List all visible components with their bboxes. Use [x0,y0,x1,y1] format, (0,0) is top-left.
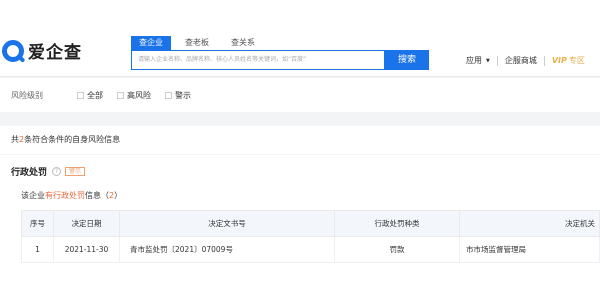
risk-level-filter: 风险级别 全部 高风险 警示 [0,78,600,112]
nav-app-label: 应用 [466,56,482,65]
admin-penalty-section: 行政处罚 ? 警示 该企业有行政处罚信息（2） 序号 决定日期 决定文书号 行政… [0,155,600,300]
checkbox-icon [117,91,124,99]
result-summary: 共2条符合条件的自身风险信息 [0,126,600,154]
subtitle-prefix: 该企业 [21,191,45,200]
tab-relation[interactable]: 查关系 [223,36,263,50]
cell-date: 2021-11-30 [53,236,120,263]
nav-vip[interactable]: VIP 专区 [552,55,585,66]
search-tabs: 查企业 查老板 查关系 [131,36,269,50]
cell-index: 1 [21,236,54,263]
filter-option-label: 高风险 [127,90,151,100]
summary-prefix: 共 [11,135,19,144]
subtitle-end: ） [114,191,123,200]
search-button[interactable]: 搜索 [385,50,429,70]
subtitle-highlight: 有行政处罚 [45,191,85,200]
cell-doc-no[interactable]: 青市监处罚〔2021〕07009号 [119,236,335,263]
penalty-table: 序号 决定日期 决定文书号 行政处罚种类 决定机关 1 2021-11-30 青… [21,210,600,263]
search-input[interactable]: 请输入企业名称、品牌名称、核心人员姓名等关键词，如“百度” [131,50,385,70]
table-header-row: 序号 决定日期 决定文书号 行政处罚种类 决定机关 [21,210,600,237]
logo[interactable]: 爱企查 [2,38,82,63]
section-title-text: 行政处罚 [11,168,48,178]
col-header-doc-no: 决定文书号 [119,210,335,237]
filter-option-high-risk[interactable]: 高风险 [117,90,151,101]
filter-label: 风险级别 [11,90,43,100]
filter-option-label: 全部 [87,90,103,100]
section-subtitle: 该企业有行政处罚信息（2） [21,190,122,201]
section-title: 行政处罚 ? 警示 [11,165,86,178]
col-header-index: 序号 [21,210,54,237]
table-row[interactable]: 1 2021-11-30 青市监处罚〔2021〕07009号 罚款 市市场监督管… [21,236,600,263]
checkbox-icon [77,91,84,99]
warning-badge: 警示 [65,167,86,176]
logo-icon [2,39,24,62]
top-nav: 应用 ▼ 企服商城 VIP 专区 [466,55,585,66]
logo-text: 爱企查 [28,43,82,63]
divider [496,55,498,66]
cell-authority: 市市场监督管理局 [459,236,600,263]
vip-label: VIP [551,56,567,65]
tab-company[interactable]: 查企业 [131,36,171,50]
cell-penalty-type: 罚款 [334,236,460,263]
top-header: 爱企查 查企业 查老板 查关系 请输入企业名称、品牌名称、核心人员姓名等关键词，… [0,0,600,77]
caret-down-icon: ▼ [486,57,490,64]
divider [543,55,545,66]
col-header-date: 决定日期 [53,210,120,237]
filter-option-warning[interactable]: 警示 [165,90,191,101]
filter-option-label: 警示 [175,90,191,100]
nav-app[interactable]: 应用 ▼ [466,55,490,66]
col-header-authority: 决定机关 [459,210,600,237]
tab-boss[interactable]: 查老板 [177,36,217,50]
vip-zone-label: 专区 [568,56,585,65]
filter-option-all[interactable]: 全部 [77,90,103,101]
nav-mall[interactable]: 企服商城 [505,55,537,66]
col-header-penalty-type: 行政处罚种类 [334,210,460,237]
checkbox-icon [165,91,172,99]
help-icon[interactable]: ? [52,167,62,176]
summary-suffix: 条符合条件的自身风险信息 [24,135,121,144]
subtitle-middle: 信息（ [85,191,109,200]
